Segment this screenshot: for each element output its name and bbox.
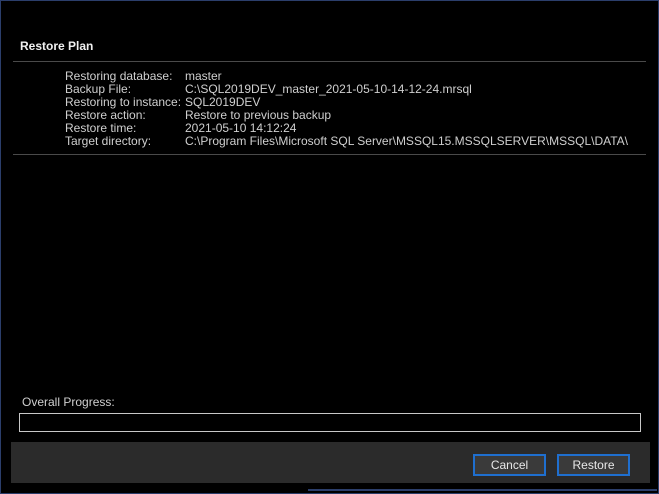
detail-row-instance: Restoring to instance: SQL2019DEV (65, 96, 628, 109)
detail-row-action: Restore action: Restore to previous back… (65, 109, 628, 122)
restore-details: Restoring database: master Backup File: … (65, 70, 628, 148)
restore-button[interactable]: Restore (557, 454, 630, 476)
detail-label: Target directory: (65, 134, 152, 148)
detail-row-target-directory: Target directory: C:\Program Files\Micro… (65, 135, 628, 148)
overall-progress-bar (19, 413, 641, 432)
detail-value: C:\Program Files\Microsoft SQL Server\MS… (185, 134, 629, 148)
window-edge (308, 489, 657, 491)
cancel-button[interactable]: Cancel (473, 454, 546, 476)
divider-top (13, 61, 646, 62)
dialog-titlebar[interactable] (1, 1, 658, 23)
progress-label: Overall Progress: (22, 395, 115, 409)
page-title: Restore Plan (20, 39, 94, 53)
divider-bottom (13, 154, 646, 155)
dialog-footer: Cancel Restore (11, 442, 650, 483)
restore-dialog: Restore Plan Restoring database: master … (0, 0, 659, 494)
